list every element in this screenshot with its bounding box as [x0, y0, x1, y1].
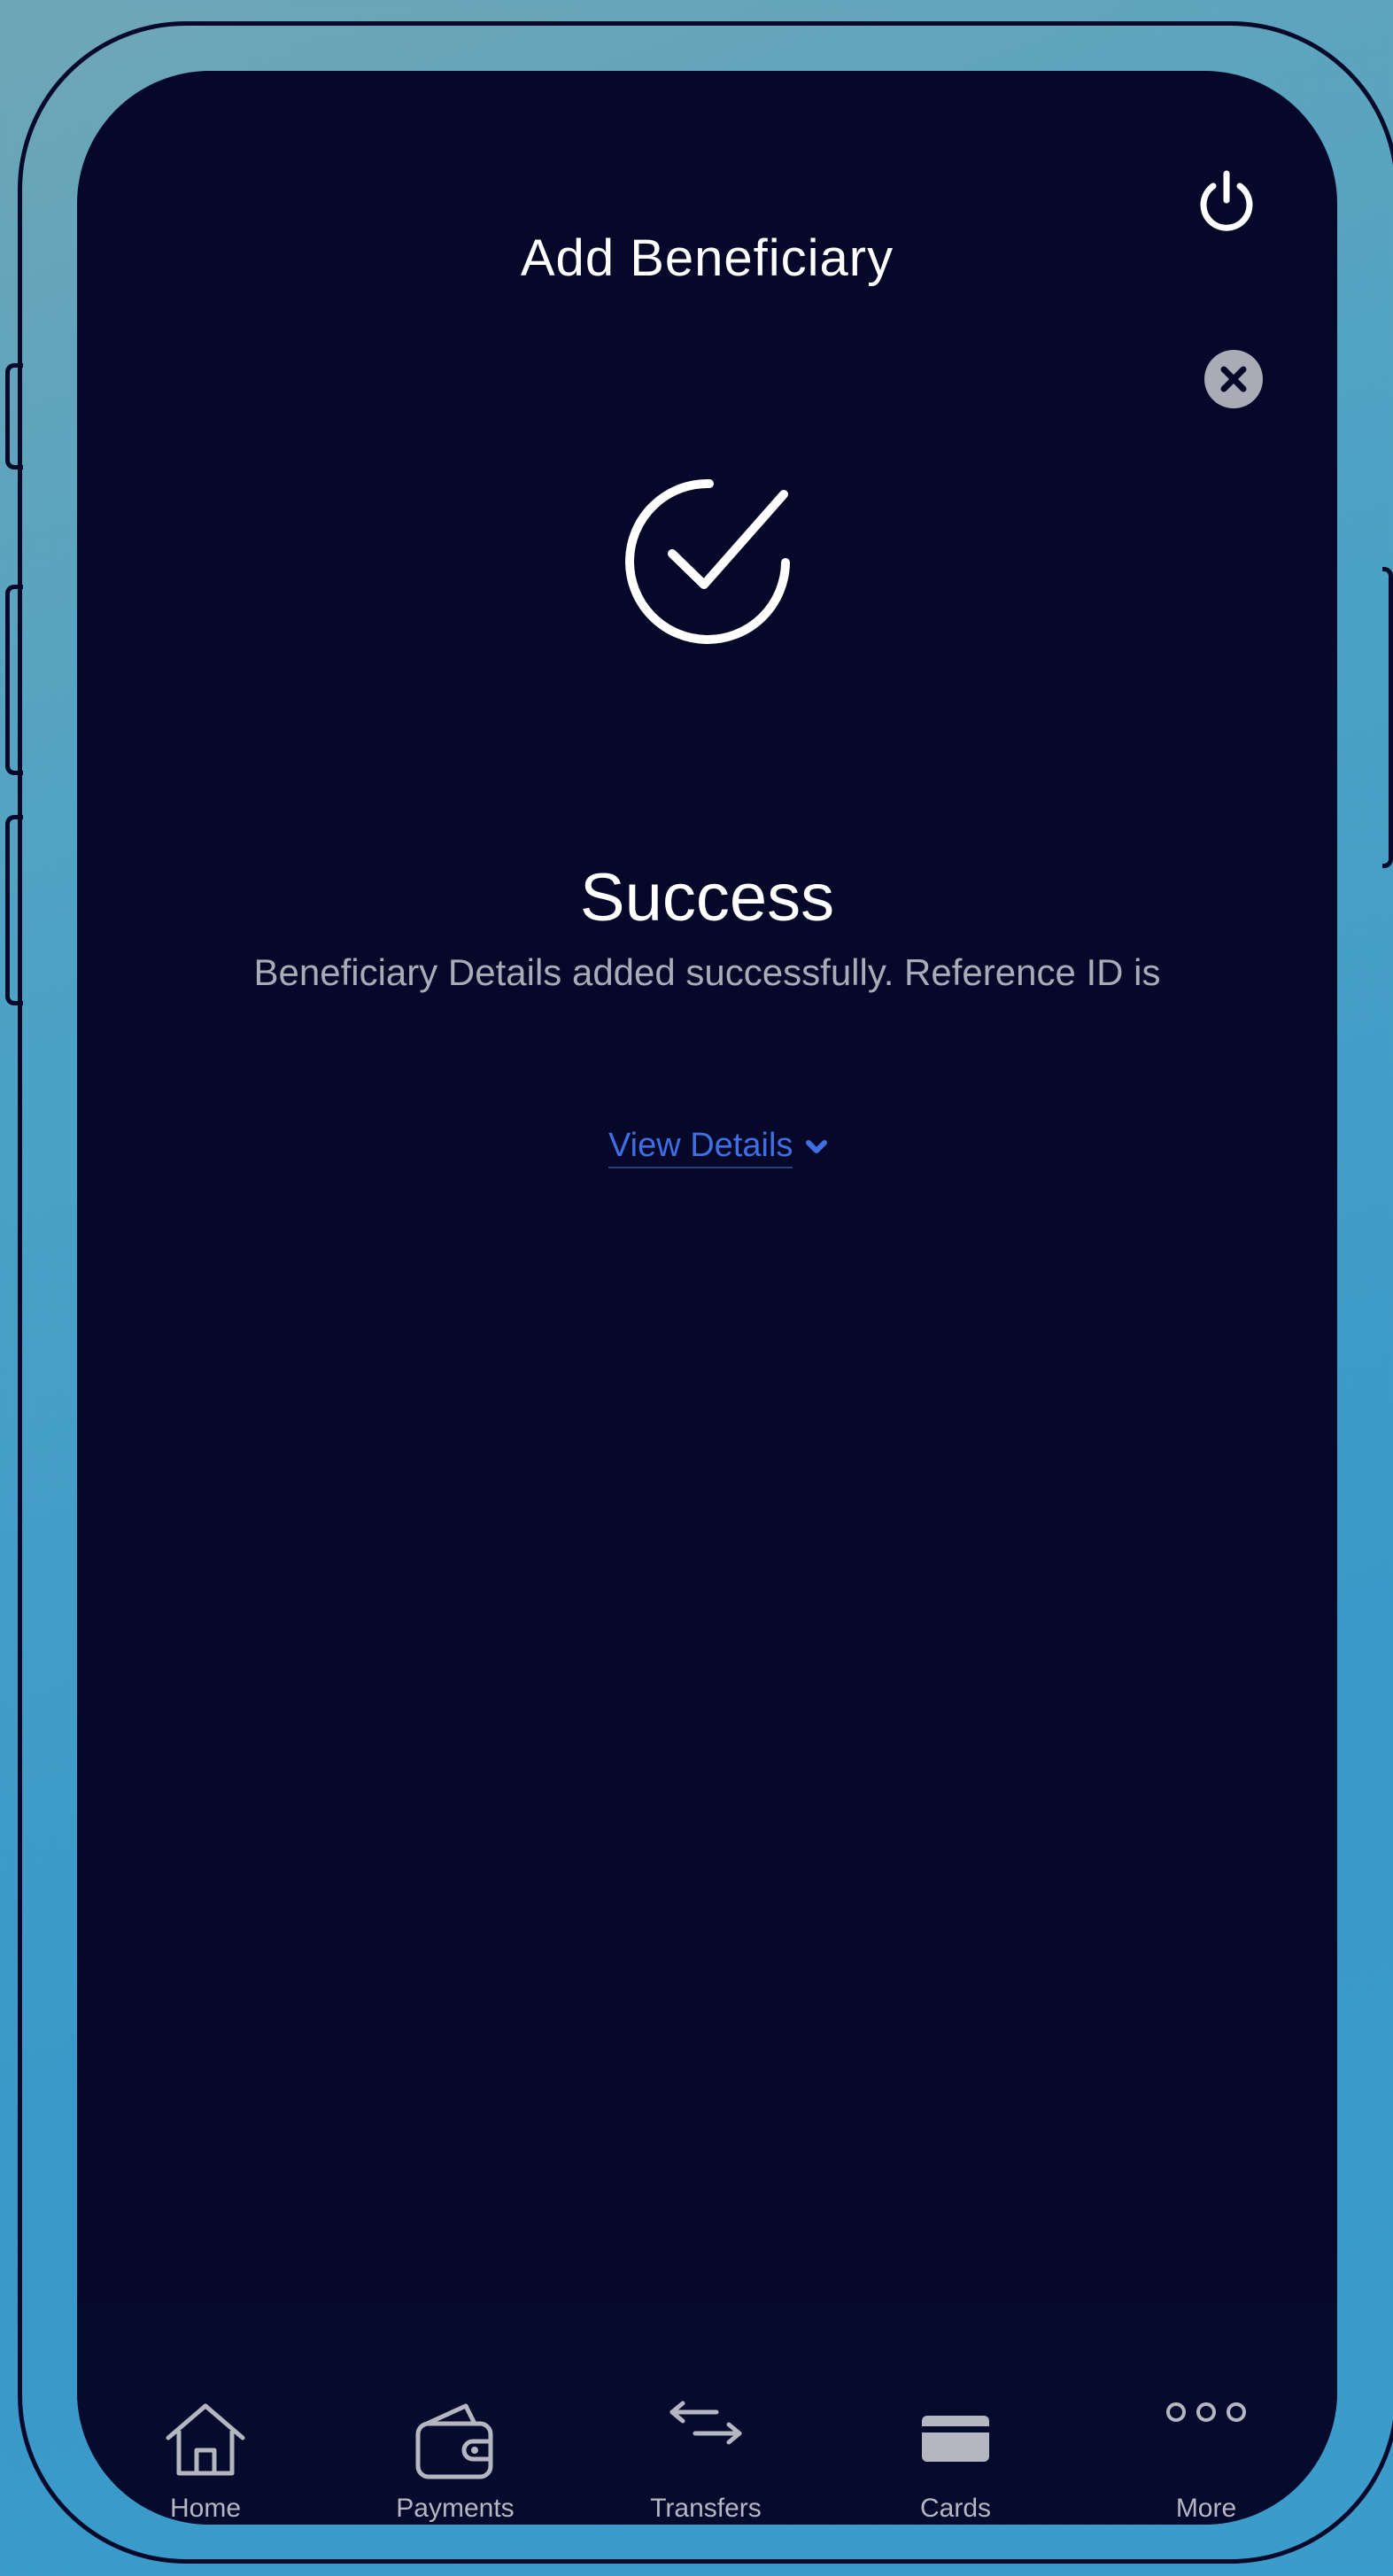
phone-volume-up-button: [5, 585, 23, 775]
success-title: Success: [579, 860, 835, 935]
phone-power-button: [1382, 567, 1393, 868]
bottom-nav: Home Payments Transfers Cards More: [77, 2303, 1337, 2525]
home-icon: [166, 2403, 245, 2476]
nav-item-cards[interactable]: Cards: [849, 2303, 1062, 2525]
power-icon: [1200, 170, 1253, 231]
wallet-icon: [415, 2403, 493, 2479]
nav-item-home[interactable]: Home: [99, 2303, 312, 2525]
nav-label-home: Home: [169, 2494, 242, 2523]
close-icon: [1220, 366, 1247, 392]
nav-item-more[interactable]: More: [1100, 2303, 1312, 2525]
logout-button[interactable]: [1187, 159, 1266, 239]
success-check-icon: [625, 478, 790, 644]
nav-item-payments[interactable]: Payments: [349, 2303, 561, 2525]
chevron-down-icon: [806, 1140, 828, 1153]
app-screen: Add Beneficiary Success Beneficiary Deta…: [77, 71, 1337, 2525]
view-details-label: View Details: [608, 1127, 793, 1168]
nav-label-payments: Payments: [396, 2494, 515, 2523]
nav-label-more: More: [1175, 2494, 1237, 2523]
more-dots-icon: [1166, 2402, 1246, 2422]
page-title: Add Beneficiary: [520, 229, 894, 287]
nav-label-transfers: Transfers: [650, 2494, 762, 2523]
card-icon: [922, 2416, 989, 2462]
nav-item-transfers[interactable]: Transfers: [600, 2303, 812, 2525]
nav-label-cards: Cards: [919, 2494, 992, 2523]
phone-mute-switch: [5, 363, 23, 469]
phone-volume-down-button: [5, 815, 23, 1005]
close-button[interactable]: [1204, 350, 1263, 408]
view-details-link[interactable]: View Details: [608, 1121, 830, 1174]
success-message: Beneficiary Details added successfully. …: [253, 951, 1161, 993]
transfer-arrows-icon: [669, 2401, 742, 2445]
